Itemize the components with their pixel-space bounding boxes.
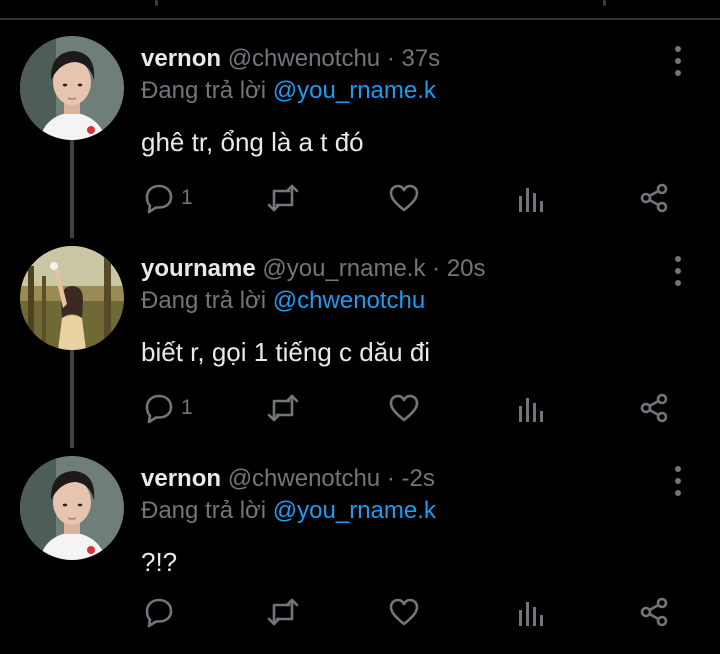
tweet-header: vernon @chwenotchu · -2s	[141, 464, 435, 494]
avatar[interactable]	[20, 246, 124, 350]
tweet-text: ghê tr, ổng là a t đó	[141, 127, 364, 157]
tweet-actions: 1	[0, 390, 720, 426]
tweet[interactable]: vernon @chwenotchu · 37s Đang trả lời @y…	[0, 20, 720, 230]
retweet-button[interactable]	[266, 594, 300, 630]
retweet-icon	[267, 394, 299, 422]
tweet[interactable]: vernon @chwenotchu · -2s Đang trả lời @y…	[0, 440, 720, 650]
like-button[interactable]	[388, 390, 420, 426]
share-icon	[640, 183, 668, 213]
boy-avatar-icon	[20, 456, 124, 560]
retweet-icon	[267, 598, 299, 626]
replying-to: Đang trả lời @you_rname.k	[141, 76, 436, 106]
girl-avatar-icon	[20, 246, 124, 350]
display-name[interactable]: vernon	[141, 465, 221, 492]
share-icon	[640, 393, 668, 423]
more-vertical-icon	[675, 466, 681, 496]
mention-link[interactable]: @you_rname.k	[273, 77, 436, 104]
user-handle[interactable]: @you_rname.k	[262, 255, 425, 282]
share-button[interactable]	[638, 180, 670, 216]
display-name[interactable]: yourname	[141, 255, 256, 282]
like-button[interactable]	[388, 594, 420, 630]
analytics-button[interactable]	[517, 594, 545, 630]
analytics-button[interactable]	[517, 180, 545, 216]
mention-link[interactable]: @you_rname.k	[273, 497, 436, 524]
timestamp[interactable]: 20s	[447, 255, 486, 282]
timestamp[interactable]: 37s	[401, 45, 440, 72]
share-icon	[640, 597, 668, 627]
tweet-header: yourname @you_rname.k · 20s	[141, 254, 486, 284]
tweet-actions	[0, 594, 720, 630]
timestamp[interactable]: -2s	[401, 465, 434, 492]
more-options-button[interactable]	[664, 44, 692, 78]
heart-icon	[389, 394, 419, 422]
analytics-icon	[519, 602, 543, 626]
analytics-icon	[519, 188, 543, 212]
top-stub-left	[155, 0, 158, 6]
user-handle[interactable]: @chwenotchu	[228, 45, 380, 72]
tweet-header: vernon @chwenotchu · 37s	[141, 44, 440, 74]
reply-count: 1	[181, 186, 193, 209]
separator-dot: ·	[432, 255, 441, 282]
replying-to: Đang trả lời @you_rname.k	[141, 496, 436, 526]
replying-to-label: Đang trả lời	[141, 77, 267, 104]
heart-icon	[389, 184, 419, 212]
reply-icon	[145, 184, 173, 214]
avatar[interactable]	[20, 456, 124, 560]
more-options-button[interactable]	[664, 254, 692, 288]
separator-dot: ·	[386, 465, 395, 492]
mention-link[interactable]: @chwenotchu	[273, 287, 425, 314]
replying-to: Đang trả lời @chwenotchu	[141, 286, 425, 316]
tweet-actions: 1	[0, 180, 720, 216]
boy-avatar-icon	[20, 36, 124, 140]
analytics-button[interactable]	[517, 390, 545, 426]
analytics-icon	[519, 398, 543, 422]
reply-button[interactable]: 1	[143, 390, 193, 426]
tweet-text: ?!?	[141, 547, 178, 577]
more-vertical-icon	[675, 46, 681, 76]
more-vertical-icon	[675, 256, 681, 286]
replying-to-label: Đang trả lời	[141, 287, 267, 314]
share-button[interactable]	[638, 594, 670, 630]
reply-button[interactable]	[143, 594, 181, 630]
more-options-button[interactable]	[664, 464, 692, 498]
user-handle[interactable]: @chwenotchu	[228, 465, 380, 492]
replying-to-label: Đang trả lời	[141, 497, 267, 524]
retweet-button[interactable]	[266, 180, 300, 216]
display-name[interactable]: vernon	[141, 45, 221, 72]
avatar[interactable]	[20, 36, 124, 140]
reply-count: 1	[181, 396, 193, 419]
reply-icon	[145, 394, 173, 424]
tweet[interactable]: yourname @you_rname.k · 20s Đang trả lời…	[0, 230, 720, 440]
reply-icon	[145, 598, 173, 628]
share-button[interactable]	[638, 390, 670, 426]
reply-button[interactable]: 1	[143, 180, 193, 216]
tweet-text: biết r, gọi 1 tiếng c dău đi	[141, 337, 431, 367]
retweet-button[interactable]	[266, 390, 300, 426]
like-button[interactable]	[388, 180, 420, 216]
top-stub-right	[603, 0, 606, 6]
heart-icon	[389, 598, 419, 626]
retweet-icon	[267, 184, 299, 212]
separator-dot: ·	[386, 45, 395, 72]
